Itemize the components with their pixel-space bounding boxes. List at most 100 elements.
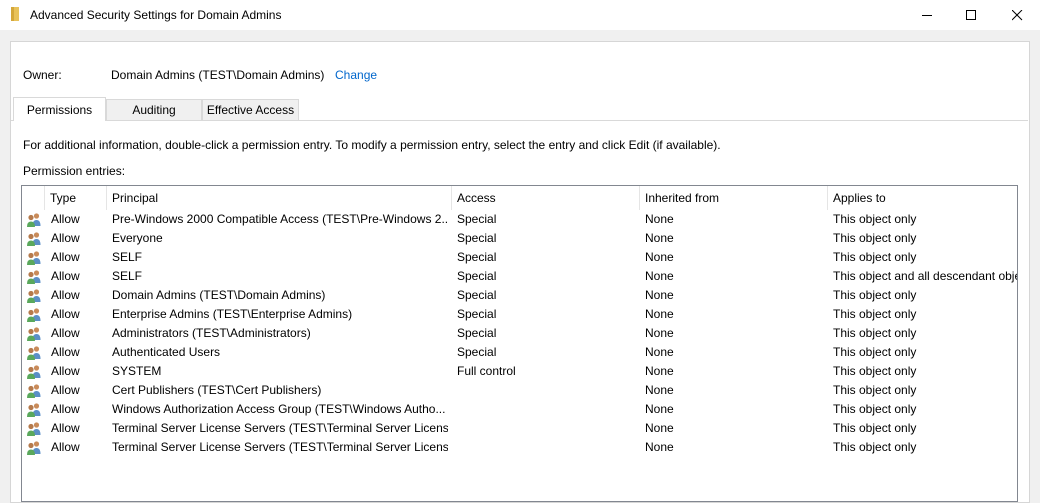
column-divider[interactable] [639, 186, 640, 210]
cell-access [457, 400, 637, 419]
users-icon [26, 440, 42, 455]
owner-value: Domain Admins (TEST\Domain Admins) [111, 68, 325, 82]
cell-principal: Windows Authorization Access Group (TEST… [112, 402, 446, 416]
cell-inherited-from: None [645, 288, 674, 302]
maximize-icon [966, 10, 976, 20]
cell-applies-to: This object only [833, 364, 917, 378]
permission-entry-row[interactable]: Allow SELF Special None This object and all … [22, 267, 1017, 286]
cell-principal: Pre-Windows 2000 Compatible Access (TEST… [112, 212, 448, 226]
column-header-inherited-from[interactable]: Inherited from [639, 186, 827, 210]
cell-type: Allow [51, 307, 80, 321]
cell-type: Allow [51, 212, 80, 226]
column-header-type[interactable]: Type [44, 186, 106, 210]
tab-effective-access[interactable]: Effective Access [202, 99, 299, 120]
users-icon [26, 269, 42, 284]
cell-applies-to: This object only [833, 307, 917, 321]
column-header-principal[interactable]: Principal [106, 186, 451, 210]
users-icon [26, 250, 42, 265]
owner-change-link[interactable]: Change [335, 68, 377, 82]
users-icon [26, 212, 42, 227]
tab-auditing[interactable]: Auditing [106, 99, 202, 120]
users-icon [26, 383, 42, 398]
cell-inherited-from: None [645, 421, 674, 435]
cell-inherited-from: None [645, 440, 674, 454]
cell-access [457, 381, 637, 400]
permission-entry-row[interactable]: Allow Authenticated Users Special None This … [22, 343, 1017, 362]
permission-entry-row[interactable]: Allow Enterprise Admins (TEST\Enterprise … [22, 305, 1017, 324]
cell-applies-to: This object only [833, 212, 917, 226]
cell-type: Allow [51, 440, 80, 454]
cell-applies-to: This object and all descendant obje [833, 269, 1017, 283]
permission-entry-row[interactable]: Allow Windows Authorization Access Group … [22, 400, 1017, 419]
cell-principal: SYSTEM [112, 364, 162, 378]
cell-inherited-from: None [645, 383, 674, 397]
permission-entry-row[interactable]: Allow SYSTEM Full control None This object o… [22, 362, 1017, 381]
permission-entries-list[interactable]: Type Principal Access Inherited from App… [21, 185, 1018, 502]
cell-applies-to: This object only [833, 383, 917, 397]
permission-entries-label: Permission entries: [23, 164, 126, 178]
cell-access: Special [457, 326, 497, 340]
list-header: Type Principal Access Inherited from App… [22, 186, 1017, 210]
title-bar: Advanced Security Settings for Domain Ad… [0, 0, 1040, 30]
minimize-button[interactable] [904, 0, 950, 30]
cell-access: Special [457, 250, 497, 264]
column-divider[interactable] [827, 186, 828, 210]
cell-principal: SELF [112, 250, 143, 264]
cell-inherited-from: None [645, 326, 674, 340]
cell-access [457, 419, 637, 438]
cell-applies-to: This object only [833, 326, 917, 340]
cell-inherited-from: None [645, 345, 674, 359]
info-text: For additional information, double-click… [23, 138, 721, 152]
window-title: Advanced Security Settings for Domain Ad… [30, 8, 282, 22]
cell-principal: Authenticated Users [112, 345, 221, 359]
column-divider[interactable] [451, 186, 452, 210]
permission-entry-row[interactable]: Allow Terminal Server License Servers (TE… [22, 419, 1017, 438]
column-divider[interactable] [106, 186, 107, 210]
cell-applies-to: This object only [833, 345, 917, 359]
cell-principal: Terminal Server License Servers (TEST\Te… [112, 440, 448, 454]
cell-principal: Enterprise Admins (TEST\Enterprise Admin… [112, 307, 353, 321]
cell-access: Special [457, 307, 497, 321]
cell-type: Allow [51, 288, 80, 302]
users-icon [26, 288, 42, 303]
users-icon [26, 421, 42, 436]
cell-applies-to: This object only [833, 402, 917, 416]
permission-entry-row[interactable]: Allow Cert Publishers (TEST\Cert Publishe… [22, 381, 1017, 400]
cell-access: Special [457, 288, 497, 302]
column-divider[interactable] [44, 186, 45, 210]
users-icon [26, 326, 42, 341]
close-icon [1012, 10, 1023, 21]
tab-permissions[interactable]: Permissions [13, 97, 106, 121]
cell-access: Special [457, 231, 497, 245]
cell-principal: Everyone [112, 231, 163, 245]
permission-entry-row[interactable]: Allow SELF Special None This object only [22, 248, 1017, 267]
permission-entry-row[interactable]: Allow Terminal Server License Servers (TE… [22, 438, 1017, 457]
cell-inherited-from: None [645, 269, 674, 283]
cell-inherited-from: None [645, 402, 674, 416]
column-header-applies-to[interactable]: Applies to [827, 186, 1017, 210]
permission-entry-row[interactable]: Allow Pre-Windows 2000 Compatible Access … [22, 210, 1017, 229]
cell-type: Allow [51, 326, 80, 340]
cell-access: Special [457, 269, 497, 283]
permission-entry-row[interactable]: Allow Everyone Special None This object only [22, 229, 1017, 248]
cell-access [457, 438, 637, 457]
cell-type: Allow [51, 364, 80, 378]
users-icon [26, 307, 42, 322]
cell-inherited-from: None [645, 307, 674, 321]
cell-applies-to: This object only [833, 421, 917, 435]
cell-type: Allow [51, 402, 80, 416]
column-header-access[interactable]: Access [451, 186, 639, 210]
cell-type: Allow [51, 421, 80, 435]
cell-principal: Administrators (TEST\Administrators) [112, 326, 311, 340]
permission-entry-row[interactable]: Allow Administrators (TEST\Administrators… [22, 324, 1017, 343]
cell-inherited-from: None [645, 364, 674, 378]
cell-type: Allow [51, 383, 80, 397]
cell-inherited-from: None [645, 250, 674, 264]
cell-principal: SELF [112, 269, 143, 283]
cell-principal: Cert Publishers (TEST\Cert Publishers) [112, 383, 322, 397]
tab-strip-border [11, 120, 1028, 121]
users-icon [26, 231, 42, 246]
close-button[interactable] [994, 0, 1040, 30]
permission-entry-row[interactable]: Allow Domain Admins (TEST\Domain Admins) S… [22, 286, 1017, 305]
maximize-button[interactable] [948, 0, 994, 30]
